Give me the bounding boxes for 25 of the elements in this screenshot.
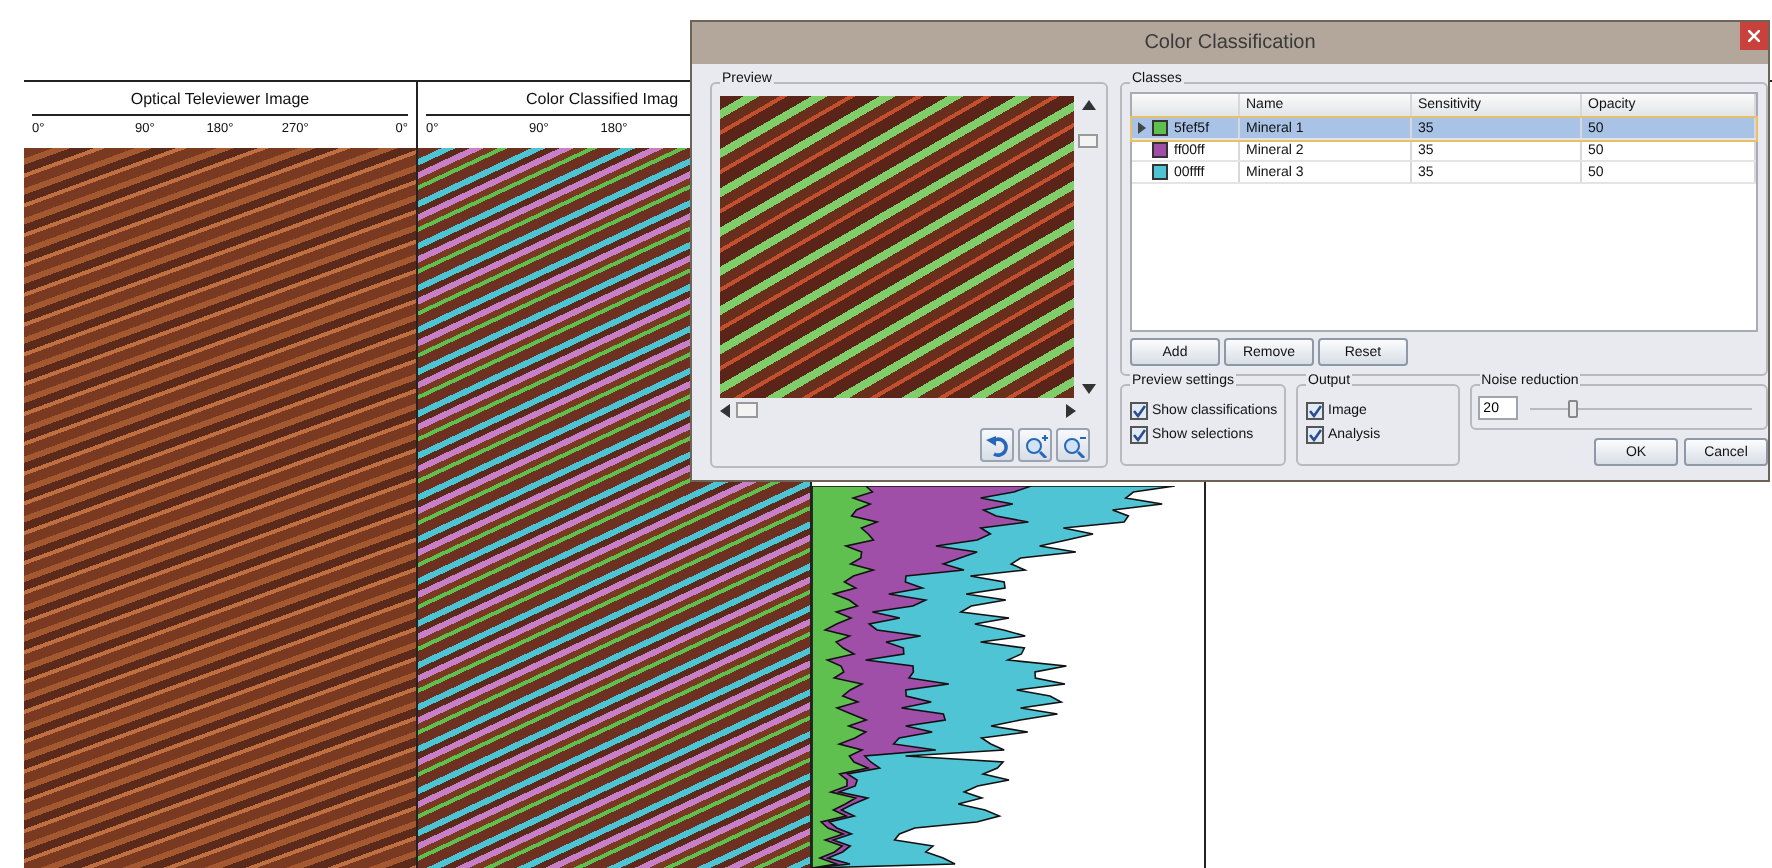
- vertical-scrollbar[interactable]: [1078, 96, 1098, 398]
- zoom-out-icon: [1061, 433, 1085, 457]
- scroll-thumb[interactable]: [736, 402, 758, 418]
- right-arrow-icon: [1066, 403, 1076, 417]
- scroll-thumb[interactable]: [1078, 134, 1098, 148]
- zoom-in-icon: [1023, 433, 1047, 457]
- horizontal-scrollbar[interactable]: [720, 402, 1076, 418]
- zoom-in-button[interactable]: [1018, 428, 1052, 462]
- left-arrow-icon: [720, 403, 730, 417]
- window-title: Color Classification: [1144, 32, 1316, 54]
- undo-button[interactable]: [980, 428, 1014, 462]
- close-button[interactable]: [1740, 22, 1768, 50]
- slider-thumb[interactable]: [1567, 399, 1578, 417]
- checkbox[interactable]: [1306, 426, 1324, 444]
- up-arrow-icon: [1081, 100, 1095, 110]
- checkbox[interactable]: [1306, 402, 1324, 420]
- checkbox[interactable]: [1130, 426, 1148, 444]
- checkbox[interactable]: [1130, 402, 1148, 420]
- close-icon: [1748, 30, 1760, 42]
- row-pointer-icon: [1138, 122, 1146, 134]
- column-title: Optical Televiewer Image: [130, 89, 310, 107]
- zoom-out-button[interactable]: [1056, 428, 1090, 462]
- down-arrow-icon: [1081, 384, 1095, 394]
- undo-icon: [985, 433, 1009, 457]
- column-title: Color Classified Imag: [526, 89, 679, 107]
